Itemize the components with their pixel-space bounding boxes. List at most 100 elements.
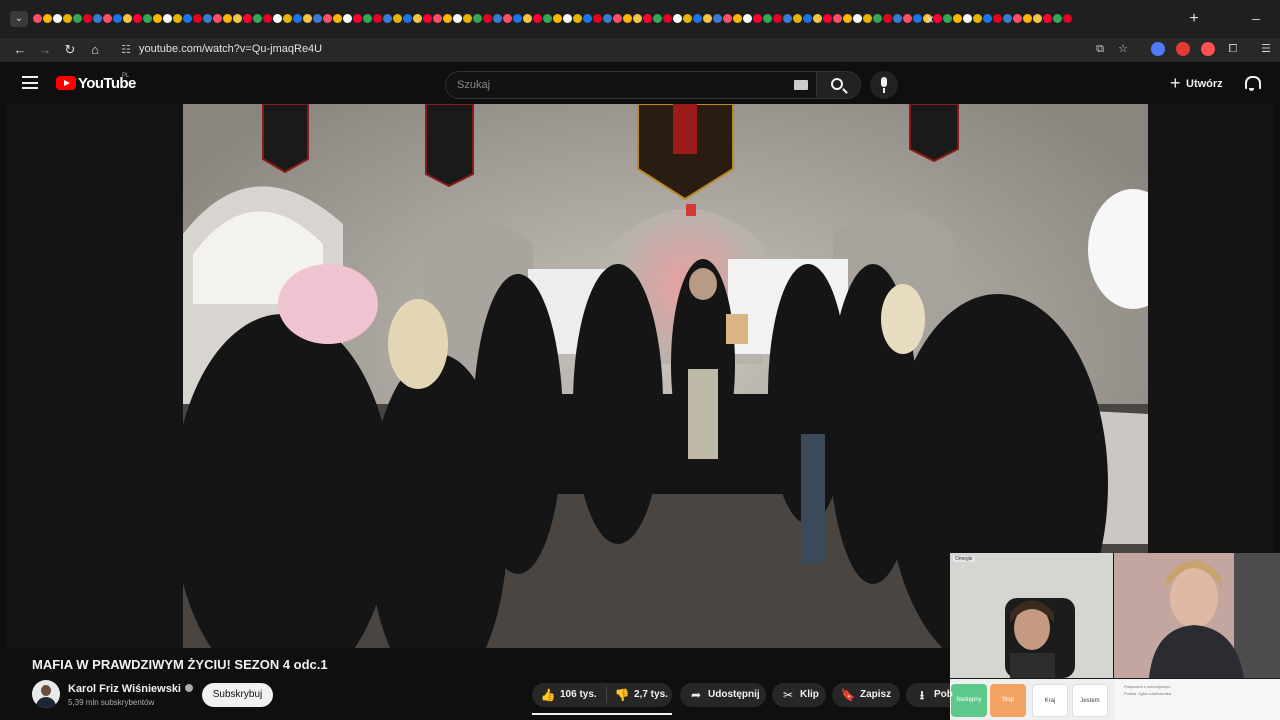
voice-search-mic-icon[interactable] (870, 71, 898, 99)
tab-favicon-icon[interactable] (732, 14, 742, 23)
tab-favicon-icon[interactable] (1062, 14, 1072, 23)
tab-favicon-icon[interactable] (42, 14, 52, 23)
side-panel-icon[interactable]: ☰ (1258, 41, 1274, 57)
tab-favicon-icon[interactable] (582, 14, 592, 23)
tab-favicon-icon[interactable] (102, 14, 112, 23)
tab-favicon-icon[interactable] (302, 14, 312, 23)
tab-favicon-icon[interactable] (432, 14, 442, 23)
tab-favicon-icon[interactable] (92, 14, 102, 23)
tab-favicon-icon[interactable] (1012, 14, 1022, 23)
tab-favicon-icon[interactable] (812, 14, 822, 23)
tab-favicon-icon[interactable] (72, 14, 82, 23)
tab-favicon-icon[interactable] (292, 14, 302, 23)
tab-favicon-icon[interactable] (62, 14, 72, 23)
tab-favicon-icon[interactable] (502, 14, 512, 23)
channel-name-text[interactable]: Karol Friz Wiśniewski (68, 683, 181, 695)
country-button[interactable]: Kraj (1032, 684, 1068, 717)
tab-favicon-icon[interactable] (892, 14, 902, 23)
tab-favicon-icon[interactable] (742, 14, 752, 23)
tab-favicon-icon[interactable] (442, 14, 452, 23)
search-button[interactable] (817, 71, 861, 99)
tab-favicon-icon[interactable] (792, 14, 802, 23)
keyboard-icon[interactable] (794, 80, 808, 90)
tab-favicon-icon[interactable] (112, 14, 122, 23)
tab-favicon-icon[interactable] (652, 14, 662, 23)
tab-favicon-icon[interactable] (602, 14, 612, 23)
tab-favicon-icon[interactable] (952, 14, 962, 23)
tab-favicon-icon[interactable] (632, 14, 642, 23)
tab-favicon-icon[interactable] (52, 14, 62, 23)
save-button[interactable]: 🔖 Zapisz (832, 683, 900, 707)
tab-favicon-icon[interactable] (902, 14, 912, 23)
tab-favicon-icon[interactable] (342, 14, 352, 23)
youtube-logo-icon[interactable] (56, 76, 76, 90)
tab-favicon-icon[interactable] (122, 14, 132, 23)
share-button[interactable]: ➦ Udostępnij (680, 683, 766, 707)
extension-icon-1[interactable] (1151, 42, 1165, 56)
tab-favicon-icon[interactable] (802, 14, 812, 23)
stop-button[interactable]: Stop (990, 684, 1026, 717)
bookmark-star-icon[interactable]: ☆ (1115, 41, 1131, 57)
tab-favicon-icon[interactable] (832, 14, 842, 23)
tab-favicon-icon[interactable] (192, 14, 202, 23)
tab-favicon-icon[interactable] (672, 14, 682, 23)
tab-favicon-icon[interactable] (772, 14, 782, 23)
back-arrow-icon[interactable]: ← (10, 40, 30, 60)
tab-favicon-icon[interactable] (662, 14, 672, 23)
tab-favicon-icon[interactable] (412, 14, 422, 23)
tab-favicon-icon[interactable] (702, 14, 712, 23)
tab-favicon-icon[interactable] (822, 14, 832, 23)
tab-favicon-icon[interactable] (872, 14, 882, 23)
tab-favicon-icon[interactable] (682, 14, 692, 23)
tab-favicon-icon[interactable] (252, 14, 262, 23)
tab-favicon-icon[interactable] (402, 14, 412, 23)
tab-favicon-icon[interactable] (622, 14, 632, 23)
tab-favicon-icon[interactable] (142, 14, 152, 23)
tab-favicon-icon[interactable] (132, 14, 142, 23)
tab-favicon-icon[interactable] (572, 14, 582, 23)
notifications-bell-icon[interactable] (1244, 76, 1261, 91)
tab-favicon-icon[interactable] (782, 14, 792, 23)
tab-favicon-icon[interactable] (82, 14, 92, 23)
tab-favicon-icon[interactable] (752, 14, 762, 23)
tab-favicon-icon[interactable] (242, 14, 252, 23)
minimize-window-button[interactable]: – (1246, 9, 1266, 29)
tab-favicon-icon[interactable] (862, 14, 872, 23)
tab-favicon-icon[interactable] (452, 14, 462, 23)
tab-favicon-icon[interactable] (212, 14, 222, 23)
install-app-icon[interactable]: ⧉ (1092, 41, 1108, 57)
home-icon[interactable]: ⌂ (85, 40, 105, 60)
tab-favicon-icon[interactable] (162, 14, 172, 23)
tab-favicon-icon[interactable] (262, 14, 272, 23)
tab-favicon-icon[interactable] (1002, 14, 1012, 23)
download-button[interactable]: ⭳ Pob (906, 683, 953, 707)
omnibox[interactable]: ☷ youtube.com/watch?v=Qu-jmaqRe4U (112, 39, 1142, 61)
site-info-icon[interactable]: ☷ (118, 42, 134, 58)
tab-favicon-icon[interactable] (152, 14, 162, 23)
forward-arrow-icon[interactable]: → (35, 40, 55, 60)
tab-search-dropdown-icon[interactable]: ⌄ (10, 11, 28, 27)
tab-favicon-icon[interactable] (642, 14, 652, 23)
close-tab-icon[interactable]: × (920, 9, 940, 29)
tab-favicon-icon[interactable] (542, 14, 552, 23)
tab-favicon-icon[interactable] (322, 14, 332, 23)
tab-favicon-icon[interactable] (882, 14, 892, 23)
channel-name[interactable]: Karol Friz Wiśniewski (68, 683, 193, 695)
tab-favicon-icon[interactable] (562, 14, 572, 23)
tab-favicon-icon[interactable] (352, 14, 362, 23)
extension-icon-2[interactable] (1176, 42, 1190, 56)
dislike-button[interactable]: 👎 2,7 tys. (606, 683, 672, 707)
tab-favicon-icon[interactable] (272, 14, 282, 23)
tab-favicon-icon[interactable] (692, 14, 702, 23)
tab-favicon-icon[interactable] (762, 14, 772, 23)
tab-favicon-icon[interactable] (472, 14, 482, 23)
tab-favicon-icon[interactable] (962, 14, 972, 23)
tab-favicon-icon[interactable] (852, 14, 862, 23)
tab-favicon-icon[interactable] (492, 14, 502, 23)
tab-favicon-icon[interactable] (422, 14, 432, 23)
tab-favicon-icon[interactable] (612, 14, 622, 23)
like-button[interactable]: 👍 106 tys. (532, 683, 606, 707)
tab-favicon-icon[interactable] (372, 14, 382, 23)
tab-favicon-icon[interactable] (202, 14, 212, 23)
tab-favicon-icon[interactable] (462, 14, 472, 23)
